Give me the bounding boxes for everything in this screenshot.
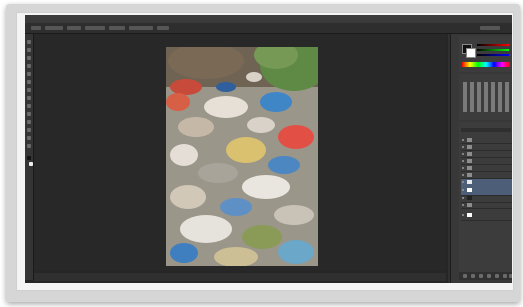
move-tool-icon[interactable] — [27, 40, 31, 44]
options-bar — [25, 23, 512, 34]
color-slider-green[interactable] — [477, 49, 509, 51]
layer-thumbnail — [467, 213, 472, 217]
hand-tool-icon[interactable] — [27, 136, 31, 140]
layer-row[interactable] — [461, 144, 512, 151]
eye-icon[interactable] — [462, 181, 464, 183]
option-control[interactable] — [67, 26, 81, 30]
layer-thumbnail — [467, 188, 472, 192]
eye-icon[interactable] — [462, 214, 464, 216]
layer-thumbnail — [467, 180, 472, 184]
option-control[interactable] — [480, 26, 500, 30]
document-image[interactable] — [166, 47, 318, 266]
layer-row[interactable] — [461, 158, 512, 165]
foreground-color-swatch[interactable] — [27, 156, 31, 160]
layer-thumbnail — [467, 203, 472, 207]
eye-icon[interactable] — [462, 197, 464, 199]
pen-tool-icon[interactable] — [27, 120, 31, 124]
layer-thumbnail — [467, 166, 472, 170]
option-control[interactable] — [129, 26, 153, 30]
background-color-chip[interactable] — [466, 48, 476, 58]
eye-icon[interactable] — [462, 204, 464, 206]
option-control[interactable] — [85, 26, 105, 30]
garbage-photo-icon — [166, 47, 318, 266]
option-control[interactable] — [157, 26, 169, 30]
adjustment-icon-grid[interactable] — [463, 82, 509, 112]
lasso-tool-icon[interactable] — [27, 56, 31, 60]
layer-thumbnail — [467, 159, 472, 163]
layer-row[interactable] — [461, 202, 512, 209]
eye-icon[interactable] — [462, 174, 464, 176]
marquee-tool-icon[interactable] — [27, 48, 31, 52]
color-spectrum-bar[interactable] — [462, 62, 510, 67]
layer-thumbnail — [467, 138, 472, 142]
background-color-swatch[interactable] — [29, 162, 33, 166]
layer-row[interactable] — [461, 172, 512, 179]
eye-icon[interactable] — [462, 139, 464, 141]
group-icon[interactable] — [495, 274, 499, 278]
option-control[interactable] — [31, 26, 41, 30]
layer-thumbnail — [467, 145, 472, 149]
eye-icon[interactable] — [462, 160, 464, 162]
layer-thumbnail — [467, 196, 472, 200]
color-panel — [459, 36, 512, 72]
brush-tool-icon[interactable] — [27, 88, 31, 92]
layers-footer — [459, 272, 512, 280]
eraser-tool-icon[interactable] — [27, 104, 31, 108]
layer-row[interactable] — [461, 212, 512, 221]
layer-thumbnail — [467, 152, 472, 156]
crop-tool-icon[interactable] — [27, 72, 31, 76]
eye-icon[interactable] — [462, 146, 464, 148]
layer-style-icon[interactable] — [471, 274, 475, 278]
new-layer-icon[interactable] — [503, 274, 507, 278]
layer-thumbnail — [467, 173, 472, 177]
gradient-tool-icon[interactable] — [27, 112, 31, 116]
magic-wand-tool-icon[interactable] — [27, 64, 31, 68]
link-layers-icon[interactable] — [463, 274, 467, 278]
eye-icon[interactable] — [462, 189, 464, 191]
layers-filter-bar[interactable] — [461, 128, 511, 132]
photoshop-window — [25, 15, 512, 283]
layer-row[interactable] — [461, 137, 512, 144]
menu-bar — [25, 15, 512, 23]
right-panel-dock — [450, 34, 512, 283]
adjustment-layer-icon[interactable] — [487, 274, 491, 278]
zoom-tool-icon[interactable] — [27, 144, 31, 148]
option-control[interactable] — [45, 26, 63, 30]
eye-icon[interactable] — [462, 167, 464, 169]
layer-mask-icon[interactable] — [479, 274, 483, 278]
color-slider-red[interactable] — [477, 44, 509, 46]
status-bar — [34, 273, 446, 281]
trash-icon[interactable] — [509, 274, 512, 278]
layer-row[interactable] — [461, 151, 512, 158]
tools-panel — [25, 34, 34, 280]
eye-icon[interactable] — [462, 153, 464, 155]
stamp-tool-icon[interactable] — [27, 96, 31, 100]
color-slider-blue[interactable] — [477, 54, 509, 56]
layer-row[interactable] — [461, 165, 512, 172]
option-control[interactable] — [109, 26, 125, 30]
adjustments-panel — [459, 74, 512, 120]
eyedropper-tool-icon[interactable] — [27, 80, 31, 84]
text-tool-icon[interactable] — [27, 128, 31, 132]
